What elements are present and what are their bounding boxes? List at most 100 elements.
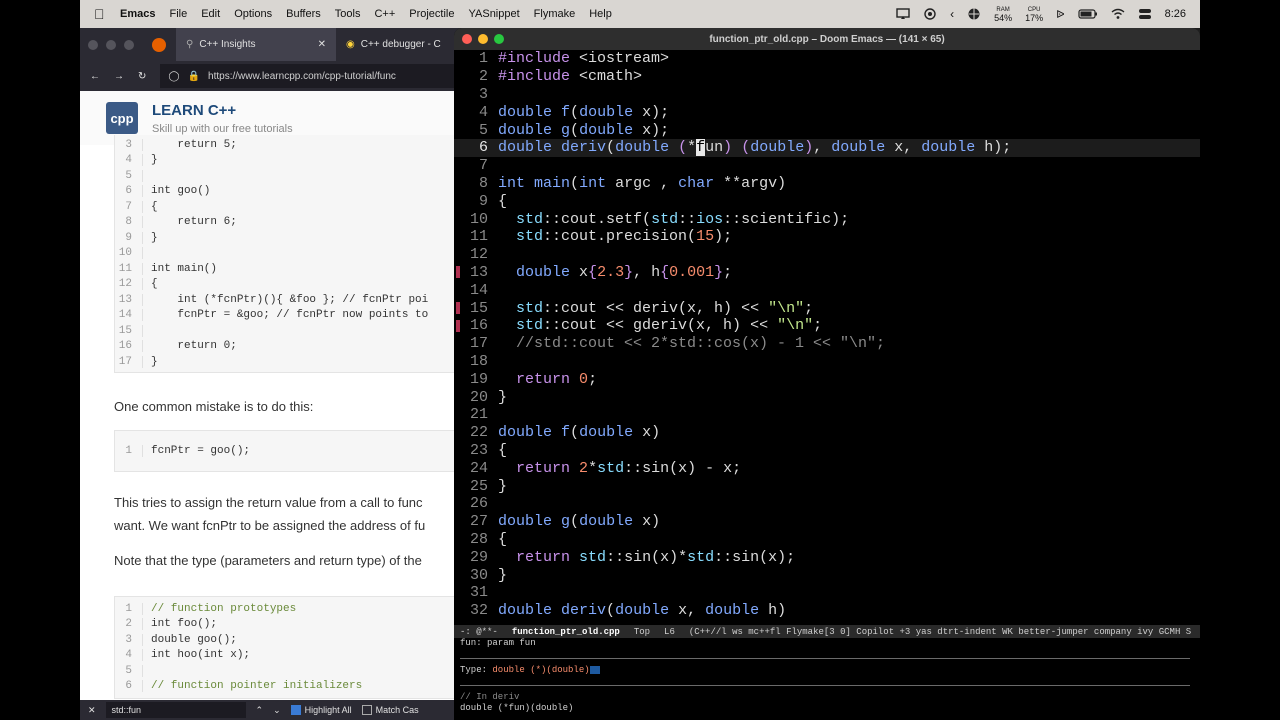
apple-icon[interactable]:  xyxy=(94,7,108,21)
shield-icon[interactable]: ◯ xyxy=(168,71,179,82)
code-text: int (*fcnPtr)(){ &foo }; // fcnPtr poi xyxy=(151,293,429,306)
line-number: 17 xyxy=(469,335,488,353)
code-text: double deriv(double x, double h) xyxy=(498,602,787,620)
code-editor[interactable]: 1 #include <iostream> 2 #include <cmath> 3… xyxy=(454,50,1200,625)
window-minimize-button[interactable] xyxy=(106,39,116,50)
line-number: 21 xyxy=(469,406,488,424)
code-line: 13 int (*fcnPtr)(){ &foo }; // fcnPtr po… xyxy=(115,292,460,308)
reload-icon[interactable]: ↻ xyxy=(138,71,146,82)
code-line: 8 return 6; xyxy=(115,215,460,231)
url-bar[interactable]: ◯ 🔒 https://www.learncpp.com/cpp-tutoria… xyxy=(160,64,460,88)
line-number: 6 xyxy=(115,185,143,198)
line-number: 17 xyxy=(115,355,143,368)
prose-paragraph: Note that the type (parameters and retur… xyxy=(114,553,422,568)
line-number: 24 xyxy=(469,459,488,477)
code-line: 29 return std::sin(x)*std::sin(x); xyxy=(454,548,1200,566)
chevron-left-icon[interactable]: ‹ xyxy=(950,7,954,21)
menu-projectile[interactable]: Projectile xyxy=(409,8,454,20)
menu-file[interactable]: File xyxy=(169,8,187,20)
code-text: double x{2.3}, h{0.001}; xyxy=(516,263,733,281)
code-line: 2 #include <cmath> xyxy=(454,68,1200,86)
line-number: 16 xyxy=(115,340,143,353)
code-line: 19 return 0; xyxy=(454,370,1200,388)
code-line: 17} xyxy=(115,354,460,370)
menu-tools[interactable]: Tools xyxy=(335,8,361,20)
code-text: double g(double x) xyxy=(498,513,661,531)
emacs-title: function_ptr_old.cpp – Doom Emacs — (141… xyxy=(709,33,945,45)
site-title[interactable]: LEARN C++ xyxy=(152,102,293,119)
control-center-icon[interactable] xyxy=(1138,8,1152,20)
code-text: int main(int argc , char **argv) xyxy=(498,174,787,192)
cpu-meter: CPU 17% xyxy=(1025,6,1043,23)
globe-icon[interactable] xyxy=(967,8,981,20)
line-number: 9 xyxy=(115,231,143,244)
modeline-filename[interactable]: function_ptr_old.cpp xyxy=(512,627,620,637)
flymake-error-marker[interactable] xyxy=(456,319,460,332)
code-text: double deriv(double (*fun) (double), dou… xyxy=(498,139,1012,157)
menu-flymake[interactable]: Flymake xyxy=(534,8,576,20)
site-logo[interactable]: cpp xyxy=(106,102,138,134)
line-number: 32 xyxy=(469,602,488,620)
flymake-error-marker[interactable] xyxy=(456,266,460,279)
line-number: 16 xyxy=(469,317,488,335)
bluetooth-icon[interactable]: ᐉ xyxy=(1056,8,1064,21)
menu-edit[interactable]: Edit xyxy=(201,8,220,20)
prose-paragraph: want. We want fcnPtr to be assigned the … xyxy=(114,518,426,533)
code-line: 11 std::cout.precision(15); xyxy=(454,228,1200,246)
menu-help[interactable]: Help xyxy=(589,8,612,20)
menu-cpp[interactable]: C++ xyxy=(374,8,395,20)
menu-yasnippet[interactable]: YASnippet xyxy=(469,8,520,20)
code-line: 7{ xyxy=(115,199,460,215)
line-number: 10 xyxy=(469,210,488,228)
type-value: double (*)(double) xyxy=(492,665,590,675)
flymake-error-marker[interactable] xyxy=(456,302,460,315)
code-line: 26 xyxy=(454,495,1200,513)
line-number: 1 xyxy=(115,602,143,615)
match-case-toggle[interactable]: Match Cas xyxy=(361,705,419,716)
activity-icon[interactable] xyxy=(923,8,937,20)
site-subtitle: Skill up with our free tutorials xyxy=(152,122,293,135)
back-icon[interactable]: ← xyxy=(90,71,100,82)
highlight-all-toggle[interactable]: Highlight All xyxy=(290,705,352,716)
menu-buffers[interactable]: Buffers xyxy=(286,8,321,20)
line-number: 6 xyxy=(115,680,143,693)
code-line-current: 6 double deriv(double (*fun) (double), do… xyxy=(454,138,1200,157)
code-line: 4} xyxy=(115,153,460,169)
echo-signature-line: double (*fun)(double) xyxy=(460,703,574,713)
echo-type-line: Type: double (*)(double) xyxy=(460,665,1200,676)
find-next-icon[interactable]: ⌄ xyxy=(273,705,281,716)
checkbox-icon xyxy=(290,705,301,716)
emacs-title-bar: function_ptr_old.cpp – Doom Emacs — (141… xyxy=(454,28,1200,50)
menu-app-emacs[interactable]: Emacs xyxy=(120,8,155,20)
browser-window: ⚲ C++ Insights ✕ ◉ C++ debugger - C ← → … xyxy=(80,28,460,720)
code-text: //std::cout << 2*std::cos(x) - 1 << "\n"… xyxy=(498,335,886,353)
find-close-icon[interactable]: ✕ xyxy=(88,705,96,716)
forward-icon[interactable]: → xyxy=(114,71,124,82)
tab-cpp-debugger[interactable]: ◉ C++ debugger - C xyxy=(336,28,451,61)
line-number: 11 xyxy=(115,262,143,275)
battery-icon[interactable] xyxy=(1077,8,1098,20)
modeline-modes[interactable]: (C++//l ws mc++fl Flymake[3 0] Copilot +… xyxy=(689,627,1191,637)
code-line: 2 int foo(); xyxy=(115,617,460,633)
code-text: } xyxy=(498,388,508,406)
find-input[interactable]: std::fun xyxy=(105,702,246,718)
prose-paragraph: One common mistake is to do this: xyxy=(114,399,314,414)
line-number: 3 xyxy=(115,633,143,646)
menu-options[interactable]: Options xyxy=(234,8,272,20)
line-number: 28 xyxy=(469,530,488,548)
find-prev-icon[interactable]: ⌃ xyxy=(256,705,264,716)
ram-value: 54% xyxy=(994,12,1013,23)
tab-cpp-insights[interactable]: ⚲ C++ Insights ✕ xyxy=(176,28,336,61)
type-label: Type: xyxy=(460,665,493,675)
line-number: 19 xyxy=(469,370,488,388)
wifi-icon[interactable] xyxy=(1111,8,1125,20)
screen-mirror-icon[interactable] xyxy=(896,8,910,20)
code-line: 30} xyxy=(454,566,1200,584)
window-close-button[interactable] xyxy=(88,39,98,50)
clock[interactable]: 8:26 xyxy=(1165,8,1186,20)
window-zoom-button[interactable] xyxy=(124,39,134,50)
code-line: 9{ xyxy=(454,192,1200,210)
line-number: 6 xyxy=(478,139,488,157)
tab-close-icon[interactable]: ✕ xyxy=(318,39,326,50)
line-number: 12 xyxy=(469,246,488,264)
